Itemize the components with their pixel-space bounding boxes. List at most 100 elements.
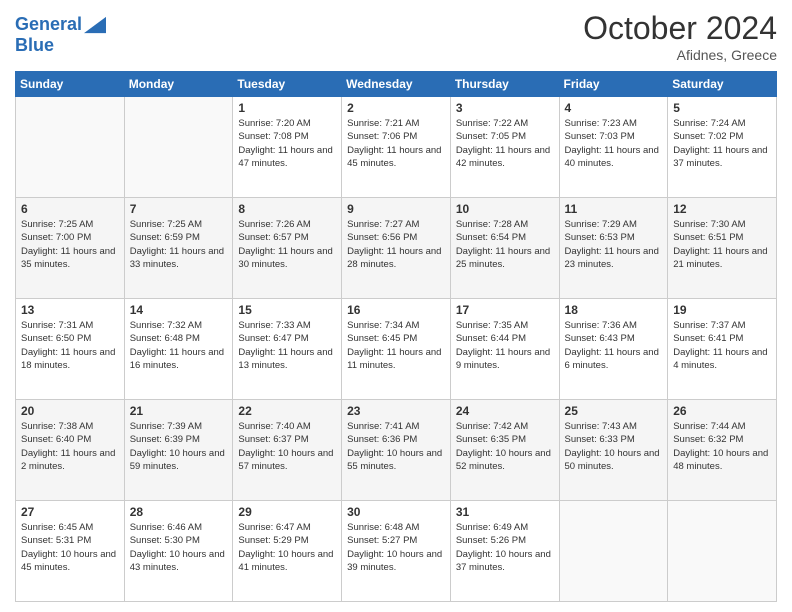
day-number: 24 (456, 404, 554, 418)
col-saturday: Saturday (668, 72, 777, 97)
day-number: 10 (456, 202, 554, 216)
calendar-cell: 2 Sunrise: 7:21 AM Sunset: 7:06 PM Daylig… (342, 97, 451, 198)
calendar-row-2: 13 Sunrise: 7:31 AM Sunset: 6:50 PM Dayli… (16, 299, 777, 400)
calendar-cell (16, 97, 125, 198)
day-number: 14 (130, 303, 228, 317)
calendar-cell: 30 Sunrise: 6:48 AM Sunset: 5:27 PM Dayli… (342, 501, 451, 602)
day-number: 22 (238, 404, 336, 418)
calendar-cell: 1 Sunrise: 7:20 AM Sunset: 7:08 PM Daylig… (233, 97, 342, 198)
day-info: Sunrise: 7:32 AM Sunset: 6:48 PM Dayligh… (130, 319, 228, 372)
col-sunday: Sunday (16, 72, 125, 97)
col-monday: Monday (124, 72, 233, 97)
day-info: Sunrise: 6:49 AM Sunset: 5:26 PM Dayligh… (456, 521, 554, 574)
day-number: 23 (347, 404, 445, 418)
calendar-cell: 21Sunrise: 7:39 AM Sunset: 6:39 PM Dayli… (124, 400, 233, 501)
day-info: Sunrise: 7:35 AM Sunset: 6:44 PM Dayligh… (456, 319, 554, 372)
day-info: Sunrise: 7:39 AM Sunset: 6:39 PM Dayligh… (130, 420, 228, 473)
logo-general: General (15, 14, 82, 34)
day-number: 18 (565, 303, 663, 317)
calendar-cell: 4 Sunrise: 7:23 AM Sunset: 7:03 PM Daylig… (559, 97, 668, 198)
day-info: Sunrise: 7:26 AM Sunset: 6:57 PM Dayligh… (238, 218, 336, 271)
calendar-cell: 16Sunrise: 7:34 AM Sunset: 6:45 PM Dayli… (342, 299, 451, 400)
calendar-cell: 25Sunrise: 7:43 AM Sunset: 6:33 PM Dayli… (559, 400, 668, 501)
day-number: 12 (673, 202, 771, 216)
logo-text: General (15, 15, 82, 35)
day-info: Sunrise: 7:42 AM Sunset: 6:35 PM Dayligh… (456, 420, 554, 473)
calendar-cell: 13 Sunrise: 7:31 AM Sunset: 6:50 PM Dayli… (16, 299, 125, 400)
day-info: Sunrise: 7:31 AM Sunset: 6:50 PM Dayligh… (21, 319, 119, 372)
day-info: Sunrise: 7:33 AM Sunset: 6:47 PM Dayligh… (238, 319, 336, 372)
calendar-cell: 28Sunrise: 6:46 AM Sunset: 5:30 PM Dayli… (124, 501, 233, 602)
calendar-cell: 10 Sunrise: 7:28 AM Sunset: 6:54 PM Dayli… (450, 198, 559, 299)
calendar-cell: 29 Sunrise: 6:47 AM Sunset: 5:29 PM Dayli… (233, 501, 342, 602)
day-number: 30 (347, 505, 445, 519)
day-number: 20 (21, 404, 119, 418)
calendar-cell: 26Sunrise: 7:44 AM Sunset: 6:32 PM Dayli… (668, 400, 777, 501)
calendar-cell: 31Sunrise: 6:49 AM Sunset: 5:26 PM Dayli… (450, 501, 559, 602)
logo: General Blue (15, 14, 106, 56)
calendar-cell: 6Sunrise: 7:25 AM Sunset: 7:00 PM Daylig… (16, 198, 125, 299)
location: Afidnes, Greece (583, 47, 777, 63)
day-info: Sunrise: 7:24 AM Sunset: 7:02 PM Dayligh… (673, 117, 771, 170)
day-info: Sunrise: 7:27 AM Sunset: 6:56 PM Dayligh… (347, 218, 445, 271)
day-number: 4 (565, 101, 663, 115)
day-info: Sunrise: 7:30 AM Sunset: 6:51 PM Dayligh… (673, 218, 771, 271)
calendar-row-3: 20 Sunrise: 7:38 AM Sunset: 6:40 PM Dayli… (16, 400, 777, 501)
day-info: Sunrise: 7:29 AM Sunset: 6:53 PM Dayligh… (565, 218, 663, 271)
calendar-cell (559, 501, 668, 602)
day-info: Sunrise: 7:44 AM Sunset: 6:32 PM Dayligh… (673, 420, 771, 473)
day-info: Sunrise: 6:48 AM Sunset: 5:27 PM Dayligh… (347, 521, 445, 574)
calendar-cell: 18 Sunrise: 7:36 AM Sunset: 6:43 PM Dayli… (559, 299, 668, 400)
day-number: 8 (238, 202, 336, 216)
day-info: Sunrise: 7:38 AM Sunset: 6:40 PM Dayligh… (21, 420, 119, 473)
calendar-cell: 19 Sunrise: 7:37 AM Sunset: 6:41 PM Dayli… (668, 299, 777, 400)
calendar-row-1: 6Sunrise: 7:25 AM Sunset: 7:00 PM Daylig… (16, 198, 777, 299)
calendar-cell: 7Sunrise: 7:25 AM Sunset: 6:59 PM Daylig… (124, 198, 233, 299)
day-number: 11 (565, 202, 663, 216)
day-number: 13 (21, 303, 119, 317)
calendar-cell: 24 Sunrise: 7:42 AM Sunset: 6:35 PM Dayli… (450, 400, 559, 501)
day-number: 28 (130, 505, 228, 519)
day-number: 19 (673, 303, 771, 317)
day-number: 15 (238, 303, 336, 317)
day-number: 29 (238, 505, 336, 519)
day-info: Sunrise: 7:41 AM Sunset: 6:36 PM Dayligh… (347, 420, 445, 473)
day-info: Sunrise: 7:28 AM Sunset: 6:54 PM Dayligh… (456, 218, 554, 271)
calendar-row-4: 27 Sunrise: 6:45 AM Sunset: 5:31 PM Dayli… (16, 501, 777, 602)
header-row: Sunday Monday Tuesday Wednesday Thursday… (16, 72, 777, 97)
calendar-cell (668, 501, 777, 602)
calendar-cell: 12 Sunrise: 7:30 AM Sunset: 6:51 PM Dayli… (668, 198, 777, 299)
col-tuesday: Tuesday (233, 72, 342, 97)
day-info: Sunrise: 7:23 AM Sunset: 7:03 PM Dayligh… (565, 117, 663, 170)
calendar-cell: 23 Sunrise: 7:41 AM Sunset: 6:36 PM Dayli… (342, 400, 451, 501)
day-number: 9 (347, 202, 445, 216)
day-info: Sunrise: 7:40 AM Sunset: 6:37 PM Dayligh… (238, 420, 336, 473)
day-number: 2 (347, 101, 445, 115)
calendar-cell: 17Sunrise: 7:35 AM Sunset: 6:44 PM Dayli… (450, 299, 559, 400)
day-info: Sunrise: 6:45 AM Sunset: 5:31 PM Dayligh… (21, 521, 119, 574)
page: General Blue October 2024 Afidnes, Greec… (0, 0, 792, 612)
calendar-cell (124, 97, 233, 198)
col-friday: Friday (559, 72, 668, 97)
day-info: Sunrise: 7:21 AM Sunset: 7:06 PM Dayligh… (347, 117, 445, 170)
calendar-cell: 3Sunrise: 7:22 AM Sunset: 7:05 PM Daylig… (450, 97, 559, 198)
day-number: 27 (21, 505, 119, 519)
day-info: Sunrise: 7:25 AM Sunset: 7:00 PM Dayligh… (21, 218, 119, 271)
day-number: 7 (130, 202, 228, 216)
day-number: 16 (347, 303, 445, 317)
day-info: Sunrise: 7:22 AM Sunset: 7:05 PM Dayligh… (456, 117, 554, 170)
month-title: October 2024 (583, 10, 777, 47)
calendar-cell: 15 Sunrise: 7:33 AM Sunset: 6:47 PM Dayli… (233, 299, 342, 400)
calendar-cell: 20 Sunrise: 7:38 AM Sunset: 6:40 PM Dayli… (16, 400, 125, 501)
day-number: 1 (238, 101, 336, 115)
day-info: Sunrise: 6:47 AM Sunset: 5:29 PM Dayligh… (238, 521, 336, 574)
calendar-row-0: 1 Sunrise: 7:20 AM Sunset: 7:08 PM Daylig… (16, 97, 777, 198)
logo-icon (84, 14, 106, 36)
day-info: Sunrise: 7:37 AM Sunset: 6:41 PM Dayligh… (673, 319, 771, 372)
header: General Blue October 2024 Afidnes, Greec… (15, 10, 777, 63)
day-info: Sunrise: 7:20 AM Sunset: 7:08 PM Dayligh… (238, 117, 336, 170)
day-info: Sunrise: 7:36 AM Sunset: 6:43 PM Dayligh… (565, 319, 663, 372)
calendar-cell: 22 Sunrise: 7:40 AM Sunset: 6:37 PM Dayli… (233, 400, 342, 501)
calendar-cell: 8 Sunrise: 7:26 AM Sunset: 6:57 PM Daylig… (233, 198, 342, 299)
day-info: Sunrise: 7:43 AM Sunset: 6:33 PM Dayligh… (565, 420, 663, 473)
